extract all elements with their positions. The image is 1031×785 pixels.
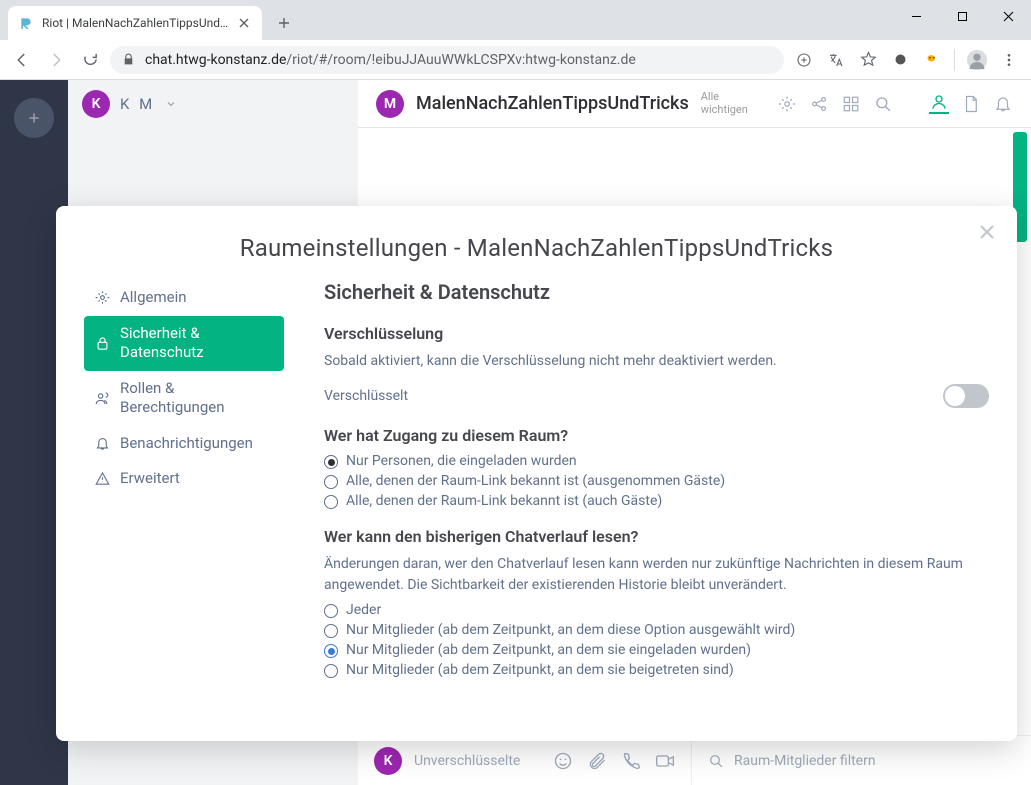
radio-icon xyxy=(324,624,338,638)
apps-icon[interactable] xyxy=(841,94,861,114)
room-topic: Alle wichtigen xyxy=(701,91,748,115)
search-icon xyxy=(708,753,724,769)
add-community-button[interactable] xyxy=(14,98,54,138)
composer-placeholder: Unverschlüsselte xyxy=(414,753,520,769)
url-text: chat.htwg-konstanz.de/riot/#/room/!eibuJ… xyxy=(145,52,636,68)
gear-icon xyxy=(94,290,110,305)
members-filter-placeholder: Raum-Mitglieder filtern xyxy=(734,753,876,769)
radio-icon xyxy=(324,604,338,618)
encryption-toggle[interactable] xyxy=(943,384,989,408)
nav-item-advanced[interactable]: Erweitert xyxy=(84,461,284,497)
browser-tabstrip: Riot | MalenNachZahlenTippsUnd… xyxy=(0,0,1031,40)
video-call-icon[interactable] xyxy=(655,751,675,771)
radio-icon xyxy=(324,495,338,509)
zoom-icon[interactable] xyxy=(790,46,818,74)
emoji-icon[interactable] xyxy=(553,751,573,771)
message-composer[interactable]: K Unverschlüsselte xyxy=(358,735,691,785)
members-filter[interactable]: Raum-Mitglieder filtern xyxy=(691,735,1031,785)
radio-icon xyxy=(324,455,338,469)
translate-icon[interactable] xyxy=(822,46,850,74)
attachment-icon[interactable] xyxy=(587,751,607,771)
radio-label: Nur Personen, die eingeladen wurden xyxy=(346,453,577,469)
access-option-link-guests[interactable]: Alle, denen der Raum-Link bekannt ist (a… xyxy=(324,493,989,509)
address-bar[interactable]: chat.htwg-konstanz.de/riot/#/room/!eibuJ… xyxy=(110,46,784,74)
radio-icon xyxy=(324,664,338,678)
radio-icon xyxy=(324,644,338,658)
warning-icon xyxy=(94,471,110,486)
nav-item-roles[interactable]: Rollen & Berechtigungen xyxy=(84,371,284,426)
nav-item-notifications[interactable]: Benachrichtigungen xyxy=(84,426,284,462)
radio-label: Jeder xyxy=(346,602,381,618)
window-close-button[interactable] xyxy=(985,0,1031,32)
nav-item-general[interactable]: Allgemein xyxy=(84,280,284,316)
search-icon[interactable] xyxy=(873,94,893,114)
voice-call-icon[interactable] xyxy=(621,751,641,771)
window-minimize-button[interactable] xyxy=(893,0,939,32)
room-settings-modal: Raumeinstellungen - MalenNachZahlenTipps… xyxy=(56,206,1017,741)
radio-label: Alle, denen der Raum-Link bekannt ist (a… xyxy=(346,473,725,489)
nav-label: Erweitert xyxy=(120,469,180,489)
bell-icon xyxy=(94,436,110,451)
browser-tab[interactable]: Riot | MalenNachZahlenTippsUnd… xyxy=(8,6,262,40)
encryption-note: Sobald aktiviert, kann die Verschlüsselu… xyxy=(324,351,989,372)
browser-menu-icon[interactable] xyxy=(995,46,1023,74)
user-menu[interactable]: K K M xyxy=(68,80,358,128)
composer-avatar: K xyxy=(374,747,402,775)
nav-label: Sicherheit & Datenschutz xyxy=(120,324,274,363)
browser-toolbar: chat.htwg-konstanz.de/riot/#/room/!eibuJ… xyxy=(0,40,1031,80)
bookmark-star-icon[interactable] xyxy=(854,46,882,74)
settings-nav: Allgemein Sicherheit & Datenschutz Rolle… xyxy=(84,280,284,721)
toolbar-separator xyxy=(954,49,955,71)
history-note: Änderungen daran, wer den Chatverlauf le… xyxy=(324,554,989,596)
modal-title: Raumeinstellungen - MalenNachZahlenTipps… xyxy=(56,206,1017,280)
encryption-heading: Verschlüsselung xyxy=(324,324,989,343)
tab-close-icon[interactable] xyxy=(236,15,252,31)
chevron-down-icon xyxy=(165,98,177,110)
files-panel-icon[interactable] xyxy=(961,94,981,114)
history-option-members-since-selected[interactable]: Nur Mitglieder (ab dem Zeitpunkt, an dem… xyxy=(324,622,989,638)
room-name: MalenNachZahlenTippsUndTricks xyxy=(416,93,689,114)
new-tab-button[interactable] xyxy=(270,9,298,37)
access-heading: Wer hat Zugang zu diesem Raum? xyxy=(324,426,989,445)
radio-label: Nur Mitglieder (ab dem Zeitpunkt, an dem… xyxy=(346,662,734,678)
modal-close-button[interactable] xyxy=(975,220,999,244)
notifications-panel-icon[interactable] xyxy=(993,94,1013,114)
reload-button[interactable] xyxy=(76,46,104,74)
section-heading: Sicherheit & Datenschutz xyxy=(324,280,989,304)
settings-content: Sicherheit & Datenschutz Verschlüsselung… xyxy=(284,280,989,721)
room-settings-icon[interactable] xyxy=(777,94,797,114)
history-option-members-since-joined[interactable]: Nur Mitglieder (ab dem Zeitpunkt, an dem… xyxy=(324,662,989,678)
forward-button[interactable] xyxy=(42,46,70,74)
back-button[interactable] xyxy=(8,46,36,74)
access-option-invite-only[interactable]: Nur Personen, die eingeladen wurden xyxy=(324,453,989,469)
people-icon xyxy=(94,391,110,406)
user-avatar: K xyxy=(82,90,110,118)
window-maximize-button[interactable] xyxy=(939,0,985,32)
history-heading: Wer kann den bisherigen Chatverlauf lese… xyxy=(324,527,989,546)
nav-label: Allgemein xyxy=(120,288,187,308)
room-header: M MalenNachZahlenTippsUndTricks Alle wic… xyxy=(358,80,1031,128)
radio-label: Alle, denen der Raum-Link bekannt ist (a… xyxy=(346,493,662,509)
lock-icon xyxy=(122,53,135,66)
nav-item-security[interactable]: Sicherheit & Datenschutz xyxy=(84,316,284,371)
history-option-anyone[interactable]: Jeder xyxy=(324,602,989,618)
riot-favicon xyxy=(18,15,34,31)
nav-label: Rollen & Berechtigungen xyxy=(120,379,274,418)
nav-label: Benachrichtigungen xyxy=(120,434,253,454)
members-panel-icon[interactable] xyxy=(929,94,949,114)
tab-title: Riot | MalenNachZahlenTippsUnd… xyxy=(42,16,228,30)
share-icon[interactable] xyxy=(809,94,829,114)
profile-avatar-icon[interactable] xyxy=(963,46,991,74)
access-option-link-no-guests[interactable]: Alle, denen der Raum-Link bekannt ist (a… xyxy=(324,473,989,489)
encryption-toggle-label: Verschlüsselt xyxy=(324,388,408,404)
room-avatar: M xyxy=(376,90,404,118)
user-name: K M xyxy=(120,95,155,113)
radio-label: Nur Mitglieder (ab dem Zeitpunkt, an dem… xyxy=(346,642,751,658)
radio-icon xyxy=(324,475,338,489)
history-option-members-since-invited[interactable]: Nur Mitglieder (ab dem Zeitpunkt, an dem… xyxy=(324,642,989,658)
extension-2-icon[interactable] xyxy=(918,46,946,74)
radio-label: Nur Mitglieder (ab dem Zeitpunkt, an dem… xyxy=(346,622,795,638)
lock-icon xyxy=(94,336,110,351)
extension-1-icon[interactable] xyxy=(886,46,914,74)
